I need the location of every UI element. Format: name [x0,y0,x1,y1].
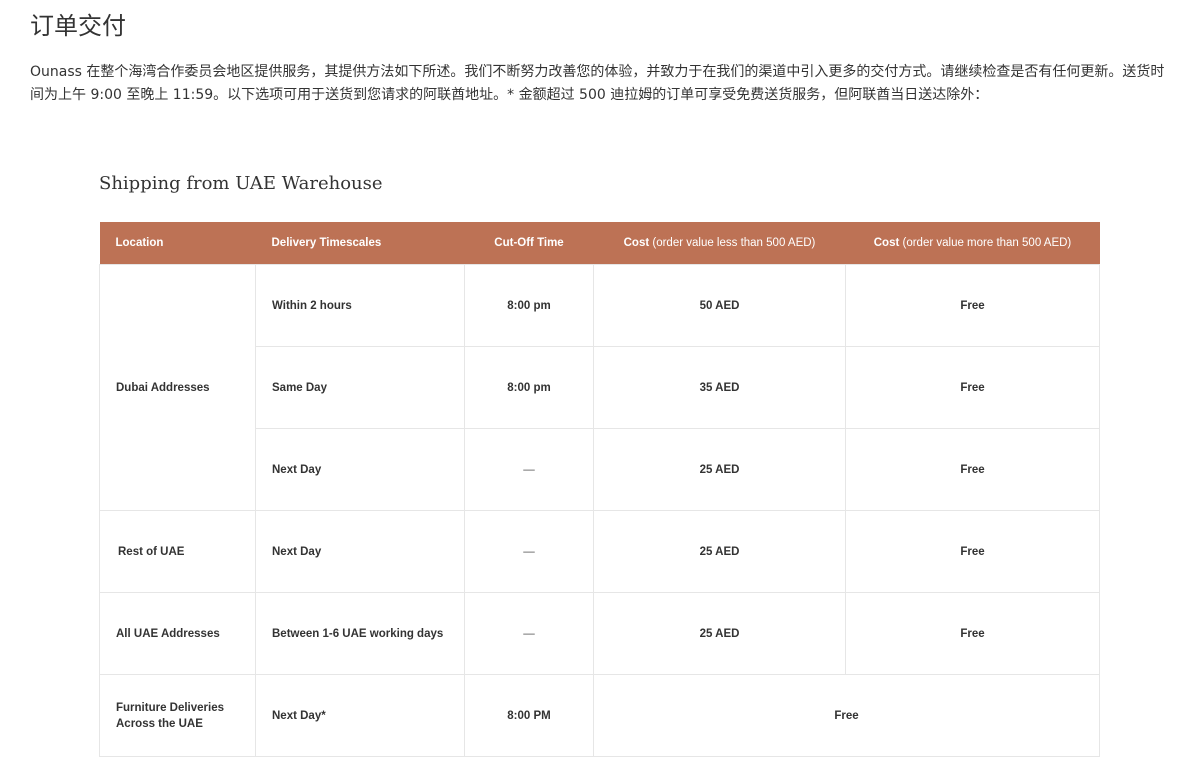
cell-cost-low: 50 AED [593,264,846,347]
cell-location: Furniture Deliveries Across the UAE [99,674,256,757]
table-header-row: Location Delivery Timescales Cut-Off Tim… [99,222,1100,265]
table-row: Furniture Deliveries Across the UAE Next … [99,674,1100,757]
header-cost-low-label: Cost [623,237,650,249]
cell-cutoff: 8:00 pm [464,346,594,429]
header-delivery-timescales: Delivery Timescales [255,222,465,265]
cell-cost-merged: Free [593,674,1100,757]
cell-location: Dubai Addresses [99,264,256,511]
header-cost-low-note: (order value less than 500 AED) [649,237,816,249]
table-row: Rest of UAE Next Day — 25 AED Free [99,510,1100,593]
page-title: 订单交付 [30,12,126,40]
cell-cost-low: 25 AED [593,510,846,593]
cell-cost-low: 25 AED [593,592,846,675]
header-cost-high: Cost (order value more than 500 AED) [845,222,1100,265]
cell-cutoff: — [464,592,594,675]
cell-location-line1: Furniture Deliveries [116,701,225,714]
cell-timescale: Between 1-6 UAE working days [255,592,465,675]
cell-cost-high: Free [845,592,1100,675]
header-cost-high-label: Cost [873,237,900,249]
cell-location: All UAE Addresses [99,592,256,675]
cell-cutoff: — [464,428,594,511]
header-cost-high-note: (order value more than 500 AED) [899,237,1072,249]
header-location: Location [99,222,256,265]
cell-timescale: Next Day* [255,674,465,757]
cell-cutoff: 8:00 PM [464,674,594,757]
cell-cost-high: Free [845,428,1100,511]
cell-timescale: Within 2 hours [255,264,465,347]
cell-location: Rest of UAE [99,510,256,593]
table-row: Dubai Addresses Within 2 hours 8:00 pm 5… [99,264,1100,511]
intro-paragraph: Ounass 在整个海湾合作委员会地区提供服务，其提供方法如下所述。我们不断努力… [30,64,1165,103]
table-row: All UAE Addresses Between 1-6 UAE workin… [99,592,1100,675]
header-cutoff-time: Cut-Off Time [464,222,594,265]
cell-timescale: Next Day [255,428,465,511]
cell-cutoff: — [464,510,594,593]
cell-cost-low: 25 AED [593,428,846,511]
cell-cost-high: Free [845,510,1100,593]
cell-cutoff: 8:00 pm [464,264,594,347]
header-cost-low: Cost (order value less than 500 AED) [593,222,846,265]
cell-cost-low: 35 AED [593,346,846,429]
section-title: Shipping from UAE Warehouse [99,173,383,194]
cell-cost-high: Free [845,346,1100,429]
cell-timescale: Next Day [255,510,465,593]
cell-timescale: Same Day [255,346,465,429]
cell-cost-high: Free [845,264,1100,347]
cell-location-line2: Across the UAE [116,717,203,730]
shipping-table: Location Delivery Timescales Cut-Off Tim… [99,222,1100,757]
